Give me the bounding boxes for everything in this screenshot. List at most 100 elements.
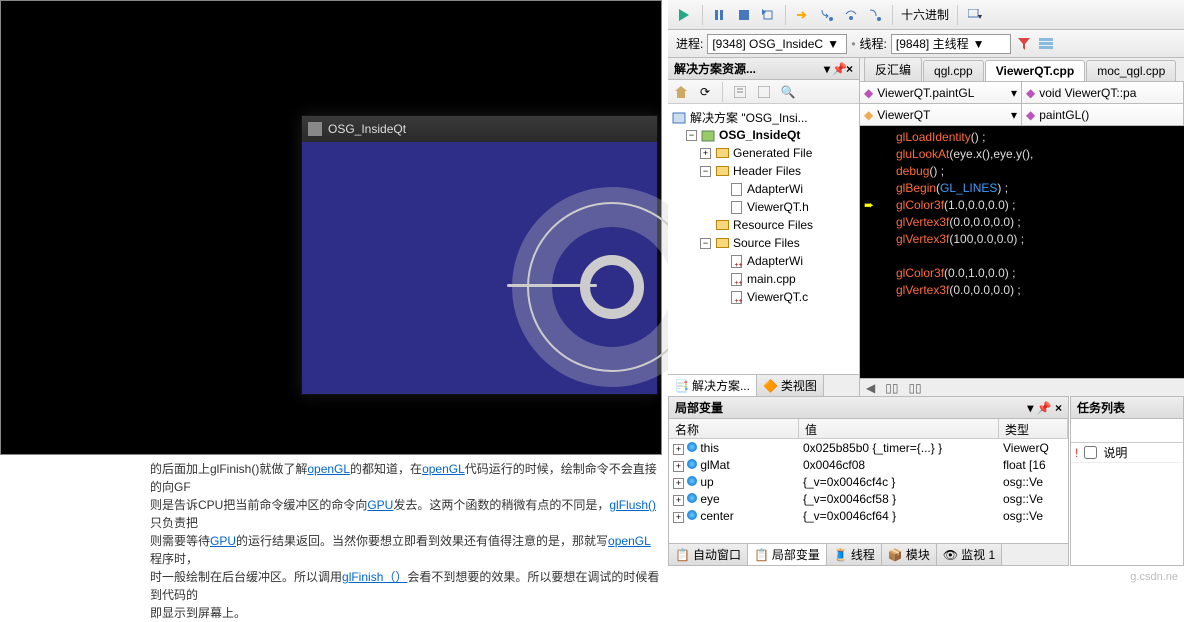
tab-autos[interactable]: 📋自动窗口 bbox=[669, 544, 748, 565]
tab-disassembly[interactable]: 反汇编 bbox=[864, 57, 922, 81]
scope-combo[interactable]: ◆ViewerQT.paintGL ▾ bbox=[860, 82, 1022, 103]
continue-button[interactable] bbox=[676, 6, 694, 24]
hex-display-toggle[interactable]: 十六进制 bbox=[901, 6, 949, 23]
tab-watch[interactable]: 👁监视 1 bbox=[937, 544, 1002, 565]
editor-scroll-bar[interactable]: ◀ ▯▯ ▯▯ bbox=[860, 378, 1184, 396]
link-gpu2[interactable]: GPU bbox=[210, 534, 236, 548]
qt-child-window[interactable]: OSG_InsideQt bbox=[301, 115, 658, 395]
task-header-row: ! 说明 bbox=[1071, 443, 1183, 463]
step-out-button[interactable] bbox=[866, 6, 884, 24]
cpp-file-icon bbox=[731, 291, 742, 304]
restart-button[interactable] bbox=[759, 6, 777, 24]
collapse-icon[interactable]: − bbox=[700, 238, 711, 249]
home-icon[interactable] bbox=[672, 83, 690, 101]
current-statement-arrow: ➨ bbox=[864, 198, 874, 212]
tab-qgl[interactable]: qgl.cpp bbox=[923, 60, 984, 81]
task-list-title[interactable]: 任务列表 bbox=[1071, 397, 1183, 419]
link-opengl2[interactable]: openGL bbox=[422, 462, 465, 476]
split-icon-2[interactable]: ▯▯ bbox=[908, 381, 921, 395]
tab-locals[interactable]: 📋局部变量 bbox=[748, 544, 827, 565]
link-glfinish[interactable]: glFinish（） bbox=[342, 570, 407, 584]
file-viewerqt-h[interactable]: ViewerQT.h bbox=[672, 198, 855, 216]
function-combo[interactable]: ◆paintGL() bbox=[1022, 104, 1184, 125]
chevron-down-icon: ▼ bbox=[827, 37, 839, 51]
refresh-icon[interactable]: ⟳ bbox=[696, 83, 714, 101]
tab-modules[interactable]: 📦模块 bbox=[882, 544, 937, 565]
locals-rows[interactable]: + this0x025b85b0 {_timer={...} }ViewerQ+… bbox=[669, 439, 1068, 524]
code-editor[interactable]: ➨ glLoadIdentity() ;gluLookAt(eye.x(),ey… bbox=[860, 126, 1184, 378]
file-main-cpp[interactable]: main.cpp bbox=[672, 270, 855, 288]
collapse-icon[interactable]: − bbox=[700, 166, 711, 177]
tab-moc-qgl[interactable]: moc_qgl.cpp bbox=[1086, 60, 1176, 81]
class-combo[interactable]: ◆ViewerQT▾ bbox=[860, 104, 1022, 125]
properties-icon[interactable] bbox=[731, 83, 749, 101]
watch-icon: 👁 bbox=[943, 548, 958, 562]
locals-icon: 📋 bbox=[754, 548, 769, 562]
view-icon[interactable]: 🔍 bbox=[779, 83, 797, 101]
scroll-left-icon[interactable]: ◀ bbox=[866, 381, 875, 395]
task-col-description[interactable]: 说明 bbox=[1103, 444, 1127, 461]
folder-resource[interactable]: Resource Files bbox=[672, 216, 855, 234]
pin-icon[interactable]: 📌 bbox=[1037, 401, 1052, 415]
show-all-icon[interactable] bbox=[755, 83, 773, 101]
task-checkbox[interactable] bbox=[1084, 446, 1097, 459]
priority-icon[interactable]: ! bbox=[1075, 446, 1078, 460]
col-type[interactable]: 类型 bbox=[999, 419, 1068, 438]
process-combo[interactable]: [9348] OSG_InsideC▼ bbox=[707, 34, 847, 54]
collapse-icon[interactable]: − bbox=[686, 130, 697, 141]
locals-row[interactable]: + center{_v=0x0046cf64 }osg::Ve bbox=[669, 507, 1068, 524]
locals-row[interactable]: + glMat0x0046cf08float [16 bbox=[669, 456, 1068, 473]
file-viewerqt-cpp[interactable]: ViewerQT.c bbox=[672, 288, 855, 306]
file-adapterwi-cpp[interactable]: AdapterWi bbox=[672, 252, 855, 270]
locals-row[interactable]: + eye{_v=0x0046cf58 }osg::Ve bbox=[669, 490, 1068, 507]
tab-solution[interactable]: 📑解决方案... bbox=[668, 375, 757, 396]
opengl-canvas[interactable] bbox=[302, 142, 657, 394]
member-combo[interactable]: ◆void ViewerQT::pa bbox=[1022, 82, 1184, 103]
solution-tree[interactable]: 解决方案 "OSG_Insi... −OSG_InsideQt +Generat… bbox=[668, 104, 859, 310]
folder-icon bbox=[716, 220, 729, 230]
link-gpu[interactable]: GPU bbox=[367, 498, 393, 512]
folder-source[interactable]: −Source Files bbox=[672, 234, 855, 252]
dropdown-icon[interactable]: ▾ bbox=[824, 62, 830, 76]
project-node[interactable]: −OSG_InsideQt bbox=[672, 126, 855, 144]
step-over-button[interactable] bbox=[842, 6, 860, 24]
locals-title[interactable]: 局部变量 ▾ 📌 × bbox=[669, 397, 1068, 419]
solution-node[interactable]: 解决方案 "OSG_Insi... bbox=[672, 108, 855, 126]
locals-header-row: 名称 值 类型 bbox=[669, 419, 1068, 439]
close-icon[interactable]: × bbox=[1055, 401, 1062, 415]
link-glflush[interactable]: glFlush() bbox=[609, 498, 656, 512]
thread-label: 线程: bbox=[860, 35, 887, 52]
pause-button[interactable] bbox=[711, 6, 729, 24]
link-opengl3[interactable]: openGL bbox=[608, 534, 651, 548]
folder-header[interactable]: −Header Files bbox=[672, 162, 855, 180]
close-icon[interactable]: × bbox=[846, 62, 853, 76]
file-adapterwi-h[interactable]: AdapterWi bbox=[672, 180, 855, 198]
thread-combo[interactable]: [9848] 主线程▼ bbox=[891, 34, 1011, 54]
solution-tab-icon: 📑 bbox=[674, 379, 689, 393]
tab-threads[interactable]: 🧵线程 bbox=[827, 544, 882, 565]
col-value[interactable]: 值 bbox=[799, 419, 999, 438]
folder-generated[interactable]: +Generated File bbox=[672, 144, 855, 162]
stop-button[interactable] bbox=[735, 6, 753, 24]
thread-filter-icon[interactable] bbox=[1015, 35, 1033, 53]
col-name[interactable]: 名称 bbox=[669, 419, 799, 438]
tab-class-view[interactable]: 🔶类视图 bbox=[757, 375, 824, 396]
chevron-down-icon: ▼ bbox=[973, 37, 985, 51]
windows-dropdown-button[interactable] bbox=[966, 6, 984, 24]
qt-titlebar[interactable]: OSG_InsideQt bbox=[302, 116, 657, 142]
expand-icon[interactable]: + bbox=[700, 148, 711, 159]
locals-row[interactable]: + up{_v=0x0046cf4c }osg::Ve bbox=[669, 473, 1068, 490]
show-next-statement-button[interactable] bbox=[794, 6, 812, 24]
step-into-button[interactable] bbox=[818, 6, 836, 24]
watermark: g.csdn.ne bbox=[1130, 571, 1178, 583]
link-opengl[interactable]: openGL bbox=[307, 462, 350, 476]
solution-explorer-title[interactable]: 解决方案资源... ▾ 📌 × bbox=[668, 58, 859, 80]
split-icon[interactable]: ▯▯ bbox=[885, 381, 898, 395]
tab-viewerqt[interactable]: ViewerQT.cpp bbox=[985, 60, 1085, 81]
locals-row[interactable]: + this0x025b85b0 {_timer={...} }ViewerQ bbox=[669, 439, 1068, 456]
locals-bottom-tabs: 📋自动窗口 📋局部变量 🧵线程 📦模块 👁监视 1 bbox=[669, 543, 1068, 565]
code-editor-panel: 反汇编 qgl.cpp ViewerQT.cpp moc_qgl.cpp ◆Vi… bbox=[860, 58, 1184, 396]
dropdown-icon[interactable]: ▾ bbox=[1027, 401, 1033, 415]
pin-icon[interactable]: 📌 bbox=[832, 62, 844, 76]
stack-frame-icon[interactable] bbox=[1037, 35, 1055, 53]
